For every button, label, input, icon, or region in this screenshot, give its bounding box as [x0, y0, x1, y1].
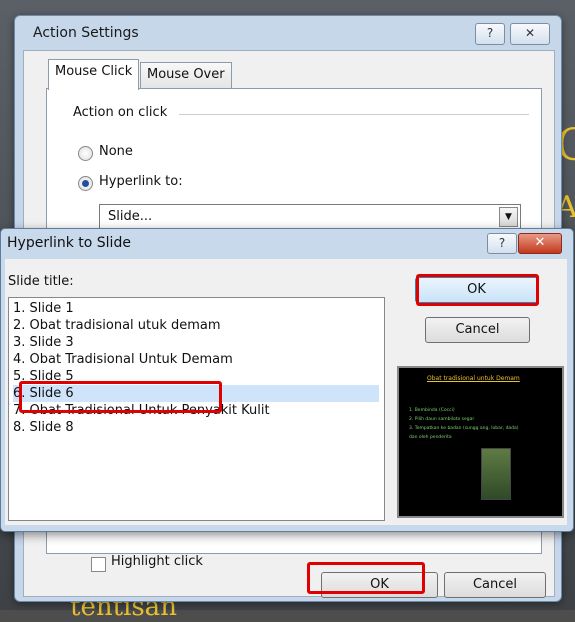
- list-item[interactable]: 8. Slide 8: [13, 419, 379, 436]
- highlight-click-checkbox[interactable]: [91, 557, 106, 572]
- none-radio[interactable]: [78, 146, 93, 161]
- cancel-button[interactable]: Cancel: [425, 317, 530, 343]
- slide-list[interactable]: 1. Slide 1 2. Obat tradisional utuk dema…: [8, 297, 385, 521]
- dialog-client: Slide title: 1. Slide 1 2. Obat tradisio…: [5, 259, 567, 525]
- chevron-down-icon[interactable]: ▼: [499, 207, 518, 227]
- list-item[interactable]: 7. Obat Tradisional Untuk Penyakit Kulit: [13, 402, 379, 419]
- list-item[interactable]: 1. Slide 1: [13, 300, 379, 317]
- slide-preview: Obat tradisional untuk Demam 1. Bembinda…: [397, 366, 564, 518]
- slide-title-label: Slide title:: [8, 274, 74, 289]
- preview-text: 1. Bembinda (Cocci) 2. Pilih daun sambil…: [409, 408, 559, 444]
- close-button[interactable]: ✕: [510, 23, 550, 45]
- preview-line: 2. Pilih daun sambiloto segar: [409, 417, 475, 422]
- close-button[interactable]: ✕: [518, 233, 562, 254]
- preview-line: 3. Tempatkan ke badan (sungg ang, lobar,…: [409, 426, 519, 431]
- hyperlink-select-value: Slide...: [108, 209, 153, 224]
- none-label[interactable]: None: [99, 144, 133, 159]
- list-item[interactable]: 4. Obat Tradisional Untuk Demam: [13, 351, 379, 368]
- group-divider: [179, 114, 529, 115]
- list-item-selected[interactable]: 6. Slide 6: [13, 385, 379, 402]
- hyperlink-select[interactable]: Slide... ▼: [99, 204, 521, 230]
- preview-line: dan oleh penderita: [409, 435, 452, 440]
- ok-button[interactable]: OK: [321, 572, 438, 598]
- preview-title: Obat tradisional untuk Demam: [427, 375, 520, 382]
- highlight-click-label[interactable]: Highlight click: [111, 554, 203, 569]
- help-button[interactable]: ?: [475, 23, 505, 45]
- tab-mouse-over[interactable]: Mouse Over: [140, 62, 232, 90]
- dialog-title: Hyperlink to Slide: [7, 235, 131, 251]
- dialog-title: Action Settings: [33, 25, 139, 41]
- preview-line: 1. Bembinda (Cocci): [409, 408, 455, 413]
- title-bar[interactable]: Action Settings ? ✕: [15, 16, 561, 50]
- hyperlink-to-slide-dialog: Hyperlink to Slide ? ✕ Slide title: 1. S…: [0, 228, 574, 532]
- list-item[interactable]: 5. Slide 5: [13, 368, 379, 385]
- preview-plant-image: [481, 448, 511, 500]
- list-item[interactable]: 2. Obat tradisional utuk demam: [13, 317, 379, 334]
- help-button[interactable]: ?: [487, 233, 517, 254]
- hyperlink-radio[interactable]: [78, 176, 93, 191]
- ok-button[interactable]: OK: [415, 277, 538, 303]
- list-item[interactable]: 3. Slide 3: [13, 334, 379, 351]
- cancel-button[interactable]: Cancel: [444, 572, 546, 598]
- action-group-label: Action on click: [73, 105, 168, 120]
- hyperlink-label[interactable]: Hyperlink to:: [99, 174, 183, 189]
- tab-mouse-click[interactable]: Mouse Click: [48, 59, 140, 90]
